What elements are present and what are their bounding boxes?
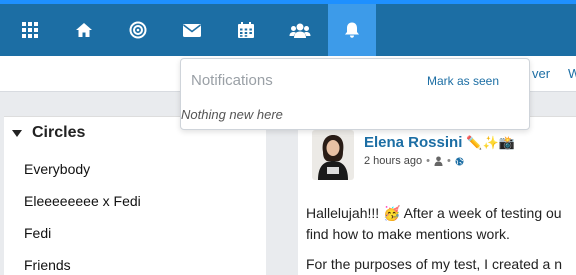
circle-item[interactable]: Everybody <box>24 161 90 177</box>
person-icon <box>434 156 443 166</box>
envelope-icon <box>183 23 201 37</box>
bell-icon <box>345 22 359 38</box>
notifications-empty-text: Nothing new here <box>181 107 283 122</box>
mark-as-seen-link[interactable]: Mark as seen <box>427 74 499 88</box>
globe-icon <box>455 157 464 165</box>
nav-home[interactable] <box>60 8 108 52</box>
post-time[interactable]: 2 hours ago <box>364 155 422 167</box>
avatar[interactable] <box>312 130 354 180</box>
nav-notifications[interactable] <box>328 4 376 56</box>
subbar-link-partial-2[interactable]: W <box>568 66 576 81</box>
nav-apps[interactable] <box>6 8 54 52</box>
home-icon <box>76 23 92 37</box>
post-body-line: Hallelujah!!! 🥳 After a week of testing … <box>306 205 562 221</box>
post-author[interactable]: Elena Rossini ✏️✨📸 <box>364 134 515 151</box>
post-body-line: For the purposes of my test, I created a… <box>306 256 563 272</box>
calendar-icon <box>238 22 254 38</box>
nav-messages[interactable] <box>168 8 216 52</box>
post-meta: 2 hours ago • • <box>364 155 464 167</box>
nav-calendar[interactable] <box>222 8 270 52</box>
circles-heading[interactable]: Circles <box>12 124 85 142</box>
notifications-title: Notifications <box>191 72 273 89</box>
circle-item[interactable]: Eleeeeeeee x Fedi <box>24 193 141 209</box>
apps-grid-icon <box>22 22 38 38</box>
notifications-dropdown: Notifications Mark as seen Nothing new h… <box>180 58 530 130</box>
subbar-link-partial[interactable]: ver <box>532 66 550 81</box>
author-emojis: ✏️✨📸 <box>466 134 515 150</box>
circle-item[interactable]: Friends <box>24 257 71 273</box>
top-accent-strip <box>0 0 576 4</box>
target-icon <box>129 21 147 39</box>
post-body-line: find how to make mentions work. <box>306 226 510 242</box>
nav-contacts[interactable] <box>276 8 324 52</box>
circle-item[interactable]: Fedi <box>24 225 51 241</box>
nav-circles[interactable] <box>114 8 162 52</box>
users-icon <box>289 23 311 38</box>
circles-heading-label: Circles <box>32 124 86 141</box>
author-name[interactable]: Elena Rossini <box>364 134 462 151</box>
top-nav-bar <box>0 0 576 56</box>
avatar-image <box>312 130 354 180</box>
caret-down-icon <box>12 129 22 137</box>
